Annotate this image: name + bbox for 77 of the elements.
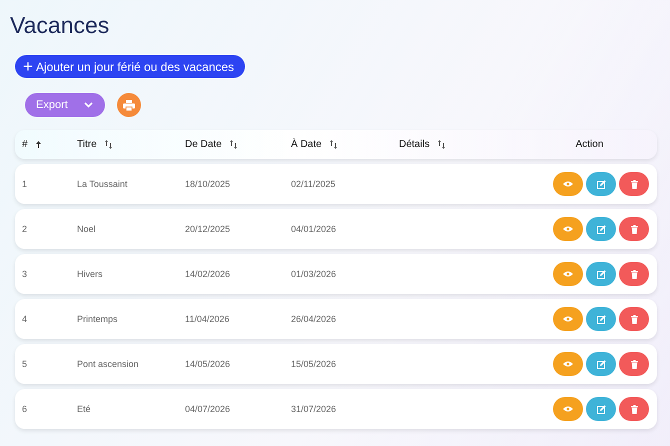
column-header: Titre	[77, 139, 97, 150]
printer-icon	[122, 100, 135, 110]
trash-icon	[630, 360, 638, 368]
column-header: Action	[576, 139, 604, 150]
table-cell: 20/12/2025	[185, 224, 230, 234]
sort-ascending-icon[interactable]	[36, 141, 41, 148]
page-title: Vacances	[10, 12, 110, 39]
table-cell: 04/01/2026	[291, 224, 336, 234]
edit-button[interactable]	[586, 397, 616, 421]
edit-button[interactable]	[586, 217, 616, 241]
eye-icon	[563, 181, 573, 187]
table-cell: 11/04/2026	[185, 314, 230, 324]
export-button[interactable]: Export	[25, 93, 105, 117]
edit-button[interactable]	[586, 352, 616, 376]
edit-button[interactable]	[586, 262, 616, 286]
view-button[interactable]	[553, 352, 583, 376]
table-cell: 31/07/2026	[291, 404, 336, 414]
view-button[interactable]	[553, 217, 583, 241]
table-cell: 5	[22, 359, 28, 369]
trash-icon	[630, 224, 638, 234]
sort-icon[interactable]	[438, 140, 445, 149]
table-cell: 3	[22, 269, 28, 279]
table-cell: La Toussaint	[77, 179, 128, 189]
edit-icon	[596, 314, 606, 324]
trash-icon	[630, 404, 638, 414]
delete-button[interactable]	[619, 172, 649, 196]
eye-icon	[563, 271, 573, 277]
delete-button[interactable]	[619, 397, 649, 421]
sort-icon[interactable]	[104, 140, 112, 149]
table-cell: 14/05/2026	[185, 359, 230, 369]
delete-button[interactable]	[619, 307, 649, 331]
table-cell: 26/04/2026	[291, 314, 336, 324]
delete-button[interactable]	[619, 262, 649, 286]
table-cell: 04/07/2026	[185, 404, 230, 414]
column-header: Détails	[399, 139, 430, 150]
view-button[interactable]	[553, 262, 583, 286]
delete-button[interactable]	[619, 352, 649, 376]
eye-icon	[563, 226, 573, 232]
edit-icon	[596, 180, 606, 188]
chevron-icon	[84, 102, 93, 108]
table-cell: Pont ascension	[77, 359, 139, 369]
table-cell: 6	[22, 404, 28, 414]
view-button[interactable]	[553, 172, 583, 196]
eye-icon	[563, 361, 573, 367]
table-cell: 1	[22, 179, 28, 189]
view-button[interactable]	[553, 397, 583, 421]
table-cell: Hivers	[77, 269, 103, 279]
edit-button[interactable]	[586, 307, 616, 331]
edit-button[interactable]	[586, 172, 616, 196]
table-cell: 18/10/2025	[185, 179, 230, 189]
table-cell: 01/03/2026	[291, 269, 336, 279]
table-cell: 2	[22, 224, 28, 234]
edit-icon	[596, 224, 606, 234]
eye-icon	[563, 316, 573, 322]
table-cell: Printemps	[77, 314, 118, 324]
trash-icon	[630, 314, 638, 324]
table-cell: 02/11/2025	[291, 179, 336, 189]
column-header: De Date	[185, 139, 222, 150]
column-header: À Date	[291, 139, 322, 150]
sort-icon[interactable]	[330, 140, 337, 149]
add-holiday-button[interactable]: + Ajouter un jour férié ou des vacances	[15, 55, 246, 78]
print-button[interactable]	[116, 93, 141, 117]
table-cell: Noel	[77, 224, 96, 234]
table-cell: 15/05/2026	[291, 359, 336, 369]
trash-icon	[630, 270, 638, 278]
edit-icon	[596, 270, 606, 278]
table-cell: 4	[22, 314, 28, 324]
edit-icon	[596, 360, 606, 368]
eye-icon	[563, 406, 573, 412]
view-button[interactable]	[553, 307, 583, 331]
trash-icon	[630, 180, 638, 188]
edit-icon	[596, 404, 606, 414]
table-cell: Eté	[77, 404, 91, 414]
sort-icon[interactable]	[230, 140, 237, 149]
delete-button[interactable]	[619, 217, 649, 241]
table-cell: 14/02/2026	[185, 269, 230, 279]
column-header: #	[22, 139, 28, 150]
